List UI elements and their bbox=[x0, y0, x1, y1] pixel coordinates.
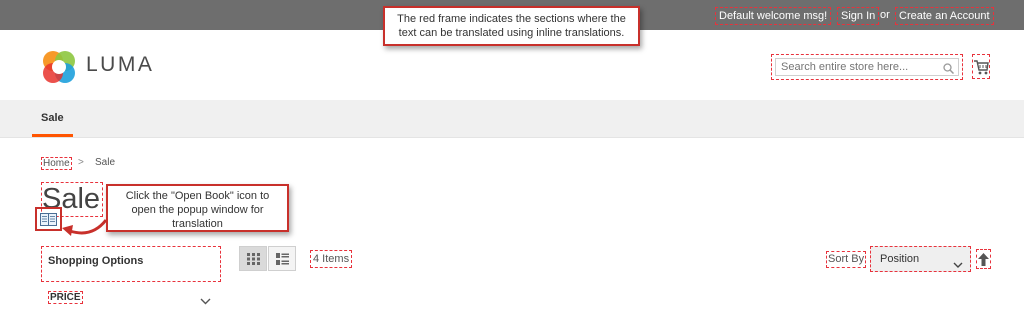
chevron-down-icon bbox=[953, 256, 963, 274]
main-navigation: Sale bbox=[0, 100, 1024, 138]
callout-line: translation bbox=[172, 218, 223, 230]
search-box bbox=[771, 54, 963, 80]
callout-line: open the popup window for bbox=[131, 204, 264, 216]
sort-select-value: Position bbox=[880, 253, 920, 265]
search-input[interactable] bbox=[775, 58, 959, 76]
callout-arrow-icon bbox=[58, 216, 110, 245]
callout-line: Click the "Open Book" icon to bbox=[125, 190, 270, 202]
breadcrumb-home[interactable]: Home bbox=[41, 157, 72, 170]
cart-icon[interactable] bbox=[972, 54, 990, 79]
shopping-options-heading: Shopping Options bbox=[41, 246, 221, 282]
open-book-icon[interactable] bbox=[40, 213, 57, 231]
sort-select[interactable]: Position bbox=[870, 246, 971, 272]
magnifier-icon[interactable] bbox=[943, 61, 955, 79]
sort-by-label: Sort By bbox=[826, 251, 867, 268]
callout-line: The red frame indicates the sections whe… bbox=[397, 13, 626, 25]
sign-in-link[interactable]: Sign In bbox=[837, 7, 880, 25]
chevron-down-icon[interactable] bbox=[200, 292, 211, 310]
sort-direction-button[interactable] bbox=[976, 249, 991, 269]
price-filter[interactable]: PRICE bbox=[46, 290, 218, 306]
breadcrumb-current: Sale bbox=[95, 157, 116, 168]
grid-mode-button[interactable] bbox=[239, 246, 267, 271]
open-book-callout: Click the "Open Book" icon to open the p… bbox=[106, 184, 289, 232]
nav-item-sale[interactable]: Sale bbox=[41, 112, 64, 124]
create-account-link[interactable]: Create an Account bbox=[895, 7, 994, 25]
item-count: 4 Items bbox=[310, 250, 353, 268]
price-filter-label[interactable]: PRICE bbox=[48, 291, 83, 304]
inline-translation-callout: The red frame indicates the sections whe… bbox=[383, 6, 640, 46]
list-mode-button[interactable] bbox=[268, 246, 296, 271]
breadcrumb-separator: > bbox=[78, 157, 84, 168]
callout-line: text can be translated using inline tran… bbox=[398, 27, 625, 39]
logo-text[interactable]: LUMA bbox=[86, 53, 154, 77]
welcome-message: Default welcome msg! bbox=[715, 7, 832, 25]
nav-active-indicator bbox=[32, 134, 73, 137]
luma-logo-icon[interactable] bbox=[41, 49, 77, 90]
or-text: or bbox=[880, 9, 890, 21]
